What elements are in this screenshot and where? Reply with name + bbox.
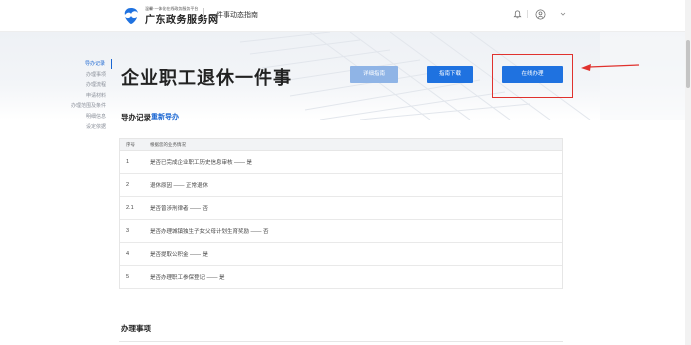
section-title-guide-record: 导办记录: [121, 113, 151, 122]
table-header-situation: 根据您的业务情况: [150, 141, 186, 147]
nav-item-guide-record[interactable]: 导办记录: [60, 59, 112, 69]
row-text: 退休原因 —— 正常退休: [150, 183, 209, 189]
page-scrollbar[interactable]: [685, 0, 691, 345]
user-icon[interactable]: [534, 8, 546, 20]
table-row: 2 退休原因 —— 正常退休: [120, 174, 562, 197]
side-nav: 导办记录 办理事项 办理流程 申请材料 办理范围及条件 明细信息 设定依据: [60, 59, 112, 133]
row-text: 是否办理职工参保登记 —— 是: [150, 275, 225, 281]
table-row: 2.1 是否曾涉刑律者 —— 否: [120, 197, 562, 220]
header-subtitle: 一件事动态指南: [209, 12, 258, 19]
table-header-no: 序号: [126, 141, 135, 147]
row-number: 5: [126, 274, 130, 280]
guide-record-table: 序号 根据您的业务情况 1 是否已完成企业职工历史信息审核 —— 是 2 退休原…: [119, 138, 563, 289]
bell-icon[interactable]: [511, 8, 523, 20]
header-divider: [203, 8, 204, 22]
row-text: 是否已完成企业职工历史信息审核 —— 是: [150, 160, 253, 166]
table-row: 4 是否提取公积金 —— 是: [120, 243, 562, 266]
reguide-link[interactable]: 重新导办: [151, 112, 179, 122]
nav-item-legal-basis[interactable]: 设定依据: [60, 122, 112, 132]
guide-download-button[interactable]: 指南下载: [427, 66, 473, 83]
nav-item-matters[interactable]: 办理事项: [60, 70, 112, 80]
highlight-box-annotation: [492, 54, 573, 98]
row-number: 2.1: [126, 205, 134, 211]
header-icon-divider: [527, 10, 528, 18]
row-text: 是否提取公积金 —— 是: [150, 252, 209, 258]
nav-item-materials[interactable]: 申请材料: [60, 91, 112, 101]
row-number: 4: [126, 251, 130, 257]
arrow-left-icon: [581, 64, 640, 71]
brand-name[interactable]: 广东政务服务网: [145, 11, 219, 26]
page-title: 企业职工退休一件事: [121, 68, 292, 88]
chevron-down-icon[interactable]: [557, 8, 569, 20]
row-text: 是否办理城镇独生子女父母计划生育奖励 —— 否: [150, 229, 269, 235]
row-number: 1: [126, 159, 130, 165]
table-header: 序号 根据您的业务情况: [120, 139, 562, 151]
scrollbar-thumb[interactable]: [686, 40, 690, 88]
section-divider: [119, 341, 563, 342]
logo-icon[interactable]: [121, 6, 141, 26]
table-row: 1 是否已完成企业职工历史信息审核 —— 是: [120, 151, 562, 174]
section-title-matters: 办理事项: [121, 324, 151, 333]
table-row: 5 是否办理职工参保登记 —— 是: [120, 266, 562, 289]
nav-item-scope-conditions[interactable]: 办理范围及条件: [60, 101, 112, 111]
row-number: 2: [126, 182, 130, 188]
detailed-guide-button[interactable]: 详细指南: [350, 66, 398, 83]
nav-item-process[interactable]: 办理流程: [60, 80, 112, 90]
nav-item-details[interactable]: 明细信息: [60, 112, 112, 122]
row-number: 3: [126, 228, 130, 234]
top-header: 温馨·一体化在线政务服务平台 广东政务服务网 一件事动态指南: [0, 0, 691, 32]
table-row: 3 是否办理城镇独生子女父母计划生育奖励 —— 否: [120, 220, 562, 243]
row-text: 是否曾涉刑律者 —— 否: [150, 206, 209, 212]
